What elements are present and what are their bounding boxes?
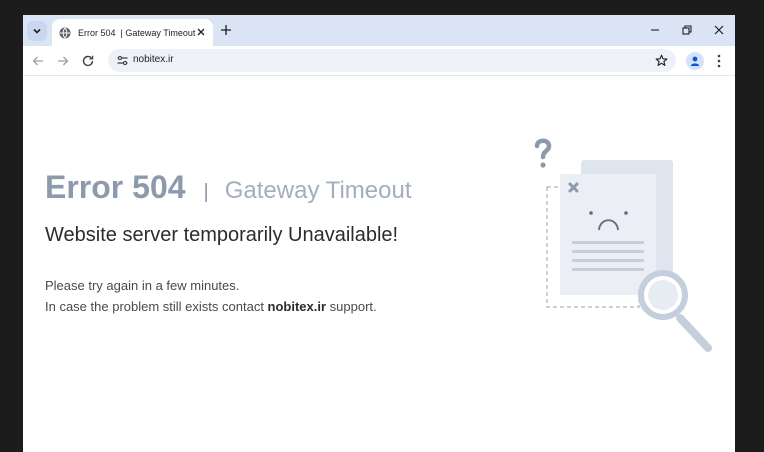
error-code: Error 504 xyxy=(45,169,186,205)
page-content: Error 504 | Gateway Timeout Website serv… xyxy=(23,77,735,452)
chevron-down-icon xyxy=(33,28,41,34)
browser-window: Error 504 | Gateway Timeout nobitex.ir E… xyxy=(23,15,735,452)
new-tab-plus-icon[interactable] xyxy=(220,24,232,36)
reload-icon[interactable] xyxy=(81,54,95,68)
site-settings-icon[interactable] xyxy=(116,54,129,67)
message-line-2: In case the problem still exists contact… xyxy=(45,296,377,317)
close-window-icon[interactable] xyxy=(713,24,725,36)
message-prefix: In case the problem still exists contact xyxy=(45,299,268,314)
message-suffix: support. xyxy=(326,299,377,314)
text-line xyxy=(572,250,644,253)
error-message: Please try again in a few minutes. In ca… xyxy=(45,275,377,317)
profile-avatar[interactable] xyxy=(686,52,704,70)
magnifier-lens xyxy=(648,280,678,310)
support-site: nobitex.ir xyxy=(267,299,327,314)
browser-toolbar: nobitex.ir xyxy=(23,46,735,76)
left-eye xyxy=(589,211,593,215)
bookmark-star-icon[interactable] xyxy=(655,54,668,67)
tab-title: Error 504 | Gateway Timeout xyxy=(78,27,196,38)
restore-icon[interactable] xyxy=(681,24,693,36)
close-icon[interactable] xyxy=(196,27,206,37)
minimize-icon[interactable] xyxy=(649,24,661,36)
back-arrow-icon[interactable] xyxy=(31,54,45,68)
more-options-icon[interactable] xyxy=(715,53,723,69)
address-bar[interactable]: nobitex.ir xyxy=(108,49,676,72)
question-mark-dot xyxy=(540,162,546,168)
document-front xyxy=(560,174,656,295)
magnifier-handle xyxy=(676,314,712,352)
tab-strip: Error 504 | Gateway Timeout xyxy=(23,15,735,46)
tab-search-button[interactable] xyxy=(27,21,47,41)
sad-document-illustration xyxy=(534,138,712,352)
tab-active[interactable]: Error 504 | Gateway Timeout xyxy=(52,19,213,46)
error-heading: Error 504 | Gateway Timeout xyxy=(45,169,411,206)
forward-arrow-icon[interactable] xyxy=(56,54,70,68)
question-mark-icon xyxy=(534,138,552,160)
text-line xyxy=(572,268,644,271)
error-subheading: Website server temporarily Unavailable! xyxy=(45,224,399,246)
text-line xyxy=(572,259,644,262)
error-name: Gateway Timeout xyxy=(224,177,412,204)
url-text: nobitex.ir xyxy=(133,54,174,65)
message-line-1: Please try again in a few minutes. xyxy=(45,278,240,293)
globe-icon xyxy=(59,27,71,38)
heading-separator: | xyxy=(203,181,209,203)
text-line xyxy=(572,241,644,244)
person-icon xyxy=(690,56,700,66)
right-eye xyxy=(624,211,628,215)
